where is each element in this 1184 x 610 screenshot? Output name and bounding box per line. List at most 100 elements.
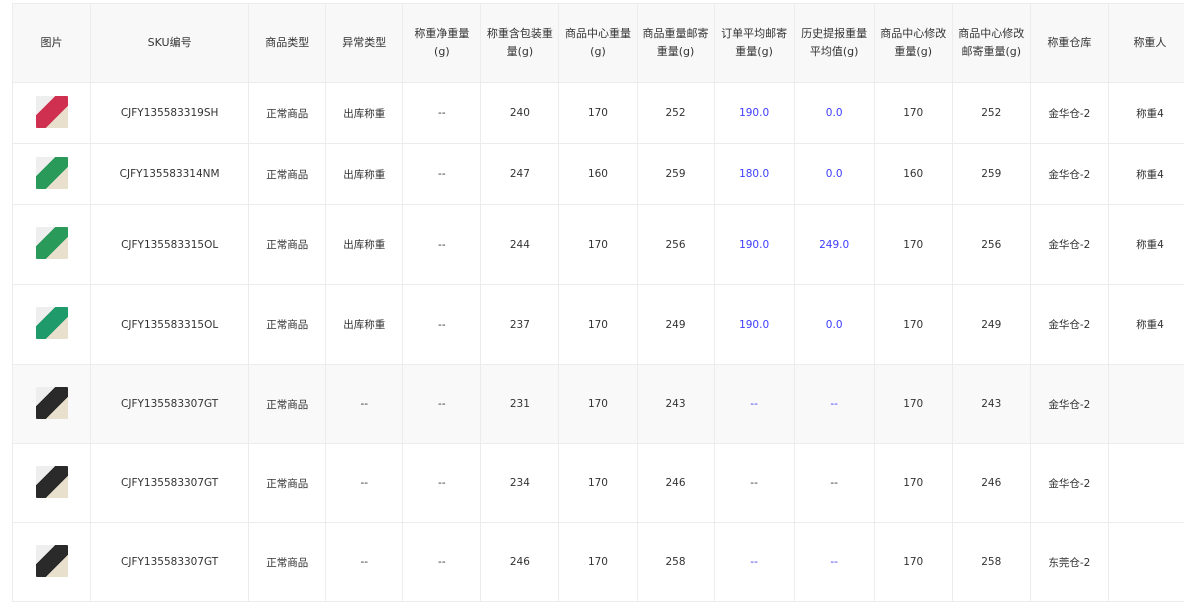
column-header: 商品重量邮寄重量(g) <box>636 3 715 83</box>
cell-hist-avg: 0.0 <box>793 82 875 144</box>
cell-mod-mail: 246 <box>951 443 1031 523</box>
column-header: 称重人 <box>1107 3 1184 83</box>
cell-pkg: 231 <box>480 364 560 444</box>
cell-mod: 170 <box>873 82 953 144</box>
product-image-cell <box>11 522 92 602</box>
cell-net: -- <box>402 443 482 523</box>
cell-order-avg: -- <box>713 522 795 602</box>
cell-mail: 246 <box>636 443 715 523</box>
column-header: 图片 <box>11 3 92 83</box>
cell-hist-avg: -- <box>793 443 875 523</box>
table-row[interactable]: CJFY135583307GT 正常商品 -- -- 231 170 243 -- -- 170 2… <box>11 364 1184 444</box>
cell-type: 正常商品 <box>248 143 327 205</box>
cell-type: 正常商品 <box>248 443 327 523</box>
cell-hist-avg: 249.0 <box>793 204 875 285</box>
cell-type: 正常商品 <box>248 204 327 285</box>
cell-net: -- <box>402 364 482 444</box>
product-thumbnail[interactable] <box>35 386 68 419</box>
cell-pkg: 237 <box>480 284 560 365</box>
cell-sku: CJFY135583315OL <box>90 204 250 285</box>
cell-center: 160 <box>558 143 638 205</box>
cell-mod-mail: 259 <box>951 143 1031 205</box>
cell-mail: 252 <box>636 82 715 144</box>
column-header: 商品中心重量(g) <box>558 3 638 83</box>
column-header: 商品中心修改重量(g) <box>873 3 953 83</box>
table-row[interactable]: CJFY135583307GT 正常商品 -- -- 246 170 258 -- -- 170 2… <box>11 522 1184 602</box>
cell-exc: -- <box>325 522 404 602</box>
cell-net: -- <box>402 284 482 365</box>
cell-person: 称重4 <box>1107 82 1184 144</box>
cell-exc: 出库称重 <box>325 284 404 365</box>
cell-net: -- <box>402 143 482 205</box>
product-image-cell <box>11 143 92 205</box>
cell-center: 170 <box>558 364 638 444</box>
product-thumbnail[interactable] <box>35 227 68 259</box>
cell-person: 称重4 <box>1107 284 1184 365</box>
product-image-cell <box>11 204 92 285</box>
product-thumbnail[interactable] <box>35 156 68 189</box>
cell-mod: 170 <box>873 522 953 602</box>
cell-exc: 出库称重 <box>325 204 404 285</box>
table-row[interactable]: CJFY135583319SH 正常商品 出库称重 -- 240 170 252 190.0 0… <box>11 82 1184 144</box>
cell-center: 170 <box>558 522 638 602</box>
cell-person <box>1107 443 1184 523</box>
cell-mail: 256 <box>636 204 715 285</box>
column-header: 称重含包装重量(g) <box>480 3 560 83</box>
cell-order-avg: 190.0 <box>713 204 795 285</box>
cell-hist-avg: -- <box>793 522 875 602</box>
cell-sku: CJFY135583307GT <box>90 364 250 444</box>
cell-order-avg: -- <box>713 364 795 444</box>
table-header: 图片 SKU编号 商品类型 异常类型 称重净重量(g) 称重含包装重量(g) 商品中心重量(… <box>11 3 1184 83</box>
cell-pkg: 246 <box>480 522 560 602</box>
column-header: 商品中心修改邮寄重量(g) <box>951 3 1031 83</box>
cell-type: 正常商品 <box>248 364 327 444</box>
cell-type: 正常商品 <box>248 82 327 144</box>
table-row[interactable]: CJFY135583315OL 正常商品 出库称重 -- 237 170 249 190.0 0… <box>11 284 1184 365</box>
column-header: 异常类型 <box>325 3 404 83</box>
cell-exc: 出库称重 <box>325 82 404 144</box>
cell-mod: 170 <box>873 284 953 365</box>
product-thumbnail[interactable] <box>35 544 68 577</box>
cell-person: 称重4 <box>1107 143 1184 205</box>
cell-center: 170 <box>558 204 638 285</box>
column-header: 订单平均邮寄重量(g) <box>713 3 795 83</box>
cell-mail: 243 <box>636 364 715 444</box>
table-row[interactable]: CJFY135583315OL 正常商品 出库称重 -- 244 170 256 190.0 2… <box>11 204 1184 285</box>
table-row[interactable]: CJFY135583307GT 正常商品 -- -- 234 170 246 -- -- 170 2… <box>11 443 1184 523</box>
cell-center: 170 <box>558 443 638 523</box>
cell-exc: 出库称重 <box>325 143 404 205</box>
cell-mod-mail: 256 <box>951 204 1031 285</box>
table-row[interactable]: CJFY135583314NM 正常商品 出库称重 -- 247 160 259 180.0 0… <box>11 143 1184 205</box>
product-thumbnail[interactable] <box>35 307 68 339</box>
cell-mail: 259 <box>636 143 715 205</box>
cell-sku: CJFY135583319SH <box>90 82 250 144</box>
column-header: 称重仓库 <box>1029 3 1109 83</box>
cell-sku: CJFY135583314NM <box>90 143 250 205</box>
cell-wh: 金华仓-2 <box>1029 82 1109 144</box>
cell-mod: 170 <box>873 443 953 523</box>
cell-sku: CJFY135583307GT <box>90 443 250 523</box>
cell-pkg: 240 <box>480 82 560 144</box>
cell-pkg: 247 <box>480 143 560 205</box>
cell-person: 称重4 <box>1107 204 1184 285</box>
cell-mod: 170 <box>873 204 953 285</box>
cell-mod: 160 <box>873 143 953 205</box>
cell-wh: 金华仓-2 <box>1029 364 1109 444</box>
cell-mod-mail: 249 <box>951 284 1031 365</box>
cell-net: -- <box>402 82 482 144</box>
product-image-cell <box>11 364 92 444</box>
cell-hist-avg: 0.0 <box>793 143 875 205</box>
column-header: 商品类型 <box>248 3 327 83</box>
cell-mail: 249 <box>636 284 715 365</box>
product-image-cell <box>11 82 92 144</box>
cell-net: -- <box>402 204 482 285</box>
cell-hist-avg: -- <box>793 364 875 444</box>
column-header: 历史提报重量平均值(g) <box>793 3 875 83</box>
cell-wh: 金华仓-2 <box>1029 143 1109 205</box>
cell-person <box>1107 522 1184 602</box>
cell-mail: 258 <box>636 522 715 602</box>
product-thumbnail[interactable] <box>35 465 68 498</box>
product-thumbnail[interactable] <box>35 95 68 128</box>
cell-person <box>1107 364 1184 444</box>
cell-hist-avg: 0.0 <box>793 284 875 365</box>
